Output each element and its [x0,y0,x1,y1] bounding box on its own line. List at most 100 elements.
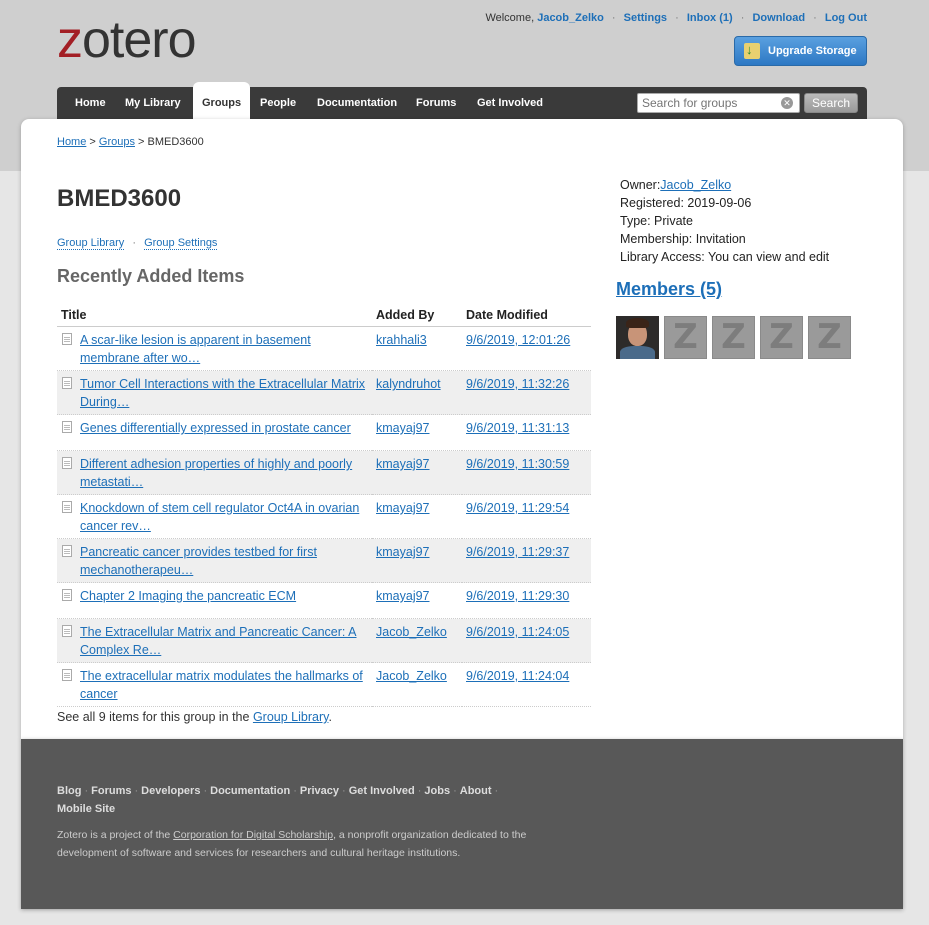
item-title-link[interactable]: Knockdown of stem cell regulator Oct4A i… [80,499,368,535]
owner-link[interactable]: Jacob_Zelko [660,178,731,192]
document-icon [62,625,72,637]
footer-links: Blog · Forums · Developers · Documentation · Pri… [57,785,499,815]
footer-link-privacy[interactable]: Privacy [300,785,339,797]
document-icon [62,457,72,469]
tab-documentation[interactable]: Documentation [317,87,397,119]
footer-link-forums[interactable]: Forums [91,785,131,797]
group-links: Group Library · Group Settings [57,237,218,250]
avatar[interactable]: Z [808,316,851,359]
settings-link[interactable]: Settings [624,12,667,24]
item-date-link[interactable]: 9/6/2019, 11:29:30 [466,589,569,603]
see-all-group-library-link[interactable]: Group Library [253,710,329,724]
tab-forums[interactable]: Forums [416,87,456,119]
item-date-link[interactable]: 9/6/2019, 11:29:37 [466,545,569,559]
breadcrumb-home[interactable]: Home [57,136,86,148]
item-date-link[interactable]: 9/6/2019, 12:01:26 [466,333,570,347]
item-added-by-link[interactable]: kmayaj97 [376,589,430,603]
item-title-link[interactable]: Pancreatic cancer provides testbed for f… [80,543,368,579]
breadcrumb-current: BMED3600 [147,136,204,148]
avatar[interactable]: Z [664,316,707,359]
footer-link-about[interactable]: About [460,785,492,797]
default-avatar-icon: Z [817,317,842,357]
group-search-input[interactable] [638,94,781,112]
item-title-link[interactable]: The Extracellular Matrix and Pancreatic … [80,623,368,659]
welcome-text: Welcome, [485,12,535,24]
main-content: Home > Groups > BMED3600 BMED3600 Group … [21,119,903,739]
document-icon [62,589,72,601]
avatar[interactable]: Z [712,316,755,359]
column-date-modified: Date Modified [462,304,591,327]
table-row: Tumor Cell Interactions with the Extrace… [57,370,591,415]
table-header-row: Title Added By Date Modified [57,304,591,327]
table-row: A scar-like lesion is apparent in baseme… [57,326,591,371]
footer-link-jobs[interactable]: Jobs [424,785,450,797]
table-row: Chapter 2 Imaging the pancreatic ECM kma… [57,582,591,619]
table-row: Genes differentially expressed in prosta… [57,414,591,451]
library-access-line: Library Access: You can view and edit [620,250,830,264]
item-added-by-link[interactable]: kmayaj97 [376,421,430,435]
group-settings-link[interactable]: Group Settings [144,237,218,250]
tab-groups[interactable]: Groups [193,82,251,119]
avatar[interactable] [616,316,659,359]
zotero-logo[interactable]: zotero [57,12,197,68]
item-added-by-link[interactable]: kalyndruhot [376,377,441,391]
recent-items-table: Title Added By Date Modified A scar-like… [57,304,591,707]
download-storage-icon [744,42,760,59]
item-date-link[interactable]: 9/6/2019, 11:31:13 [466,421,569,435]
default-avatar-icon: Z [721,317,746,357]
document-icon [62,545,72,557]
document-icon [62,501,72,513]
tab-people[interactable]: People [260,87,296,119]
upgrade-storage-label: Upgrade Storage [768,45,857,57]
column-title: Title [57,304,372,327]
footer-link-developers[interactable]: Developers [141,785,200,797]
item-added-by-link[interactable]: Jacob_Zelko [376,625,447,639]
document-icon [62,669,72,681]
tab-get-involved[interactable]: Get Involved [477,87,543,119]
members-link[interactable]: Members (5) [616,279,722,299]
inbox-link[interactable]: Inbox (1) [687,12,733,24]
item-added-by-link[interactable]: kmayaj97 [376,545,430,559]
item-title-link[interactable]: Different adhesion properties of highly … [80,455,368,491]
group-metadata: Owner:Jacob_Zelko Registered: 2019-09-06… [620,176,829,266]
download-link[interactable]: Download [752,12,805,24]
item-date-link[interactable]: 9/6/2019, 11:32:26 [466,377,569,391]
item-added-by-link[interactable]: krahhali3 [376,333,427,347]
avatar[interactable]: Z [760,316,803,359]
recent-items-title: Recently Added Items [57,266,245,286]
upgrade-storage-button[interactable]: Upgrade Storage [734,36,867,66]
item-title-link[interactable]: A scar-like lesion is apparent in baseme… [80,331,368,367]
footer-link-mobile-site[interactable]: Mobile Site [57,803,115,815]
footer-link-get-involved[interactable]: Get Involved [349,785,415,797]
footer-note: Zotero is a project of the Corporation f… [57,829,527,859]
table-row: Pancreatic cancer provides testbed for f… [57,538,591,583]
item-date-link[interactable]: 9/6/2019, 11:29:54 [466,501,569,515]
footer: Blog · Forums · Developers · Documentation · Pri… [21,739,903,909]
item-added-by-link[interactable]: Jacob_Zelko [376,669,447,683]
footer-link-blog[interactable]: Blog [57,785,81,797]
members-title: Members (5) [616,279,722,300]
username-link[interactable]: Jacob_Zelko [537,12,604,24]
item-title-link[interactable]: Tumor Cell Interactions with the Extrace… [80,375,368,411]
item-added-by-link[interactable]: kmayaj97 [376,457,430,471]
tab-home[interactable]: Home [75,87,106,119]
table-row: The Extracellular Matrix and Pancreatic … [57,618,591,663]
group-library-link[interactable]: Group Library [57,237,125,250]
item-title-link[interactable]: Genes differentially expressed in prosta… [80,419,351,437]
search-button[interactable]: Search [804,93,858,113]
user-nav: Welcome, Jacob_Zelko · Settings · Inbox … [485,12,867,24]
item-date-link[interactable]: 9/6/2019, 11:30:59 [466,457,569,471]
breadcrumb-groups[interactable]: Groups [99,136,135,148]
tab-my-library[interactable]: My Library [125,87,181,119]
group-search-box: ✕ [637,93,800,113]
clear-search-icon[interactable]: ✕ [781,97,793,109]
logout-link[interactable]: Log Out [825,12,867,24]
item-date-link[interactable]: 9/6/2019, 11:24:05 [466,625,569,639]
item-title-link[interactable]: Chapter 2 Imaging the pancreatic ECM [80,587,296,605]
item-date-link[interactable]: 9/6/2019, 11:24:04 [466,669,569,683]
footer-link-documentation[interactable]: Documentation [210,785,290,797]
item-title-link[interactable]: The extracellular matrix modulates the h… [80,667,368,703]
item-added-by-link[interactable]: kmayaj97 [376,501,430,515]
cds-link[interactable]: Corporation for Digital Scholarship [173,829,333,841]
default-avatar-icon: Z [673,317,698,357]
